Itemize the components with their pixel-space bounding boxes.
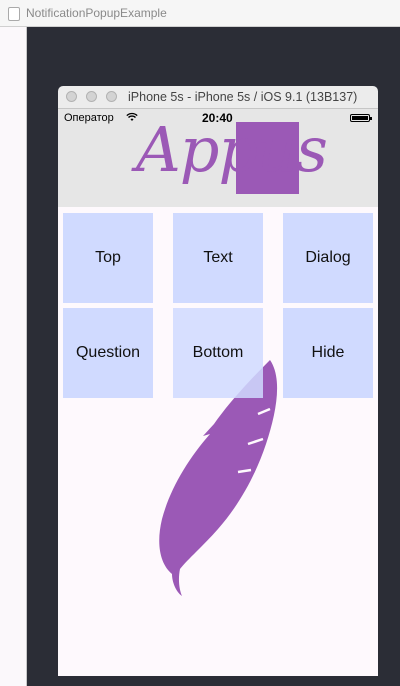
status-time: 20:40 <box>202 111 233 125</box>
dialog-button[interactable]: Dialog <box>283 213 373 303</box>
simulator-titlebar[interactable]: iPhone 5s - iPhone 5s / iOS 9.1 (13B137) <box>58 86 378 109</box>
status-bar: Оператор 20:40 <box>58 109 378 127</box>
minimize-window-button[interactable] <box>86 91 97 102</box>
close-window-button[interactable] <box>66 91 77 102</box>
zoom-window-button[interactable] <box>106 91 117 102</box>
top-button[interactable]: Top <box>63 213 153 303</box>
text-button[interactable]: Text <box>173 213 263 303</box>
battery-icon <box>350 114 372 122</box>
question-button[interactable]: Question <box>63 308 153 398</box>
wifi-icon <box>126 112 138 125</box>
host-left-pane <box>0 27 27 686</box>
phone-screen: Appus Оператор 20:40 Top Text Dialog Que… <box>58 109 378 676</box>
carrier-label: Оператор <box>64 112 114 124</box>
document-icon <box>8 7 20 21</box>
app-header: Appus Оператор 20:40 <box>58 109 378 207</box>
hide-button[interactable]: Hide <box>283 308 373 398</box>
bottom-button[interactable]: Bottom <box>173 308 263 398</box>
host-window-title: NotificationPopupExample <box>26 6 167 20</box>
simulator-title: iPhone 5s - iPhone 5s / iOS 9.1 (13B137) <box>128 90 358 104</box>
host-titlebar: NotificationPopupExample <box>0 0 400 27</box>
